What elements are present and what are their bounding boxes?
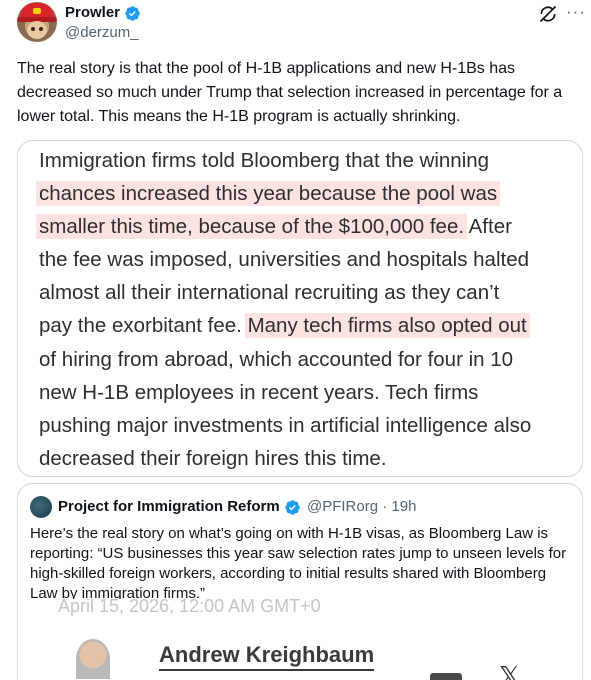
excerpt-text: pay the exorbitant fee. [39, 314, 248, 338]
excerpt-line: almost all their international recruitin… [39, 276, 569, 309]
excerpt-highlight: chances increased this year because the … [36, 181, 501, 207]
quoted-post-text: Here’s the real story on what’s going on… [30, 525, 567, 602]
quoted-author-name: Project for Immigration Reform [58, 498, 280, 515]
excerpt-highlight: smaller this time, because of the $100,0… [36, 214, 468, 240]
more-icon[interactable]: ··· [566, 2, 586, 22]
author-name[interactable]: Prowler [65, 3, 120, 23]
verified-badge-icon [285, 500, 300, 515]
article-excerpt-image[interactable]: Immigration firms told Bloomberg that th… [17, 140, 583, 477]
excerpt-line: smaller this time, because of the $100,0… [36, 210, 569, 243]
excerpt-text: After [464, 215, 512, 239]
quoted-post-image[interactable]: April 15, 2026, 12:00 AM GMT+0 Andrew Kr… [18, 599, 582, 680]
quoted-post[interactable]: Project for Immigration Reform @PFIRorg … [17, 483, 583, 680]
excerpt-line: Immigration firms told Bloomberg that th… [39, 144, 569, 177]
excerpt-text: almost all their international recruitin… [39, 281, 500, 305]
excerpt-line: chances increased this year because the … [36, 177, 569, 210]
excerpt-text: Immigration firms told Bloomberg that th… [39, 149, 490, 172]
embed-author-avatar [76, 639, 110, 679]
quoted-author-avatar [30, 496, 52, 518]
post-header: Prowler @derzum_ ··· [17, 2, 586, 44]
avatar-eye-right [39, 27, 43, 31]
excerpt-line: new H-1B employees in recent years. Tech… [39, 376, 569, 409]
excerpt-text: new H-1B employees in recent years. Tech… [39, 380, 479, 404]
x-logo-icon: 𝕏 [499, 661, 520, 680]
excerpt-line: the fee was imposed, universities and ho… [39, 243, 569, 276]
post-text: The real story is that the pool of H-1B … [17, 60, 563, 125]
excerpt-text: pushing major investments in artificial … [39, 413, 532, 437]
avatar-eye-left [31, 27, 35, 31]
author-handle[interactable]: @derzum_ [65, 23, 139, 43]
author-avatar[interactable] [17, 2, 57, 42]
excerpt-line: decreased their foreign hires this time. [39, 442, 569, 475]
excerpt-line: pay the exorbitant fee. Many tech firms … [39, 309, 569, 342]
quoted-author-handle: @PFIRorg · 19h [307, 498, 417, 515]
embed-share-icon [430, 673, 462, 680]
excerpt-text: of hiring from abroad, which accounted f… [39, 347, 514, 371]
article-excerpt-text: Immigration firms told Bloomberg that th… [36, 144, 569, 475]
avatar-face [27, 21, 47, 39]
excerpt-text: decreased their foreign hires this time. [39, 446, 387, 470]
embed-author-name: Andrew Kreighbaum [159, 641, 375, 671]
excerpt-text: the fee was imposed, universities and ho… [39, 248, 530, 272]
verified-badge-icon [125, 6, 140, 21]
grok-icon[interactable] [538, 4, 558, 24]
embed-dateline: April 15, 2026, 12:00 AM GMT+0 [58, 599, 321, 616]
excerpt-line: of hiring from abroad, which accounted f… [39, 343, 569, 376]
excerpt-line: pushing major investments in artificial … [39, 409, 569, 442]
avatar-hat-logo [33, 8, 41, 14]
excerpt-highlight: Many tech firms also opted out [244, 313, 530, 339]
